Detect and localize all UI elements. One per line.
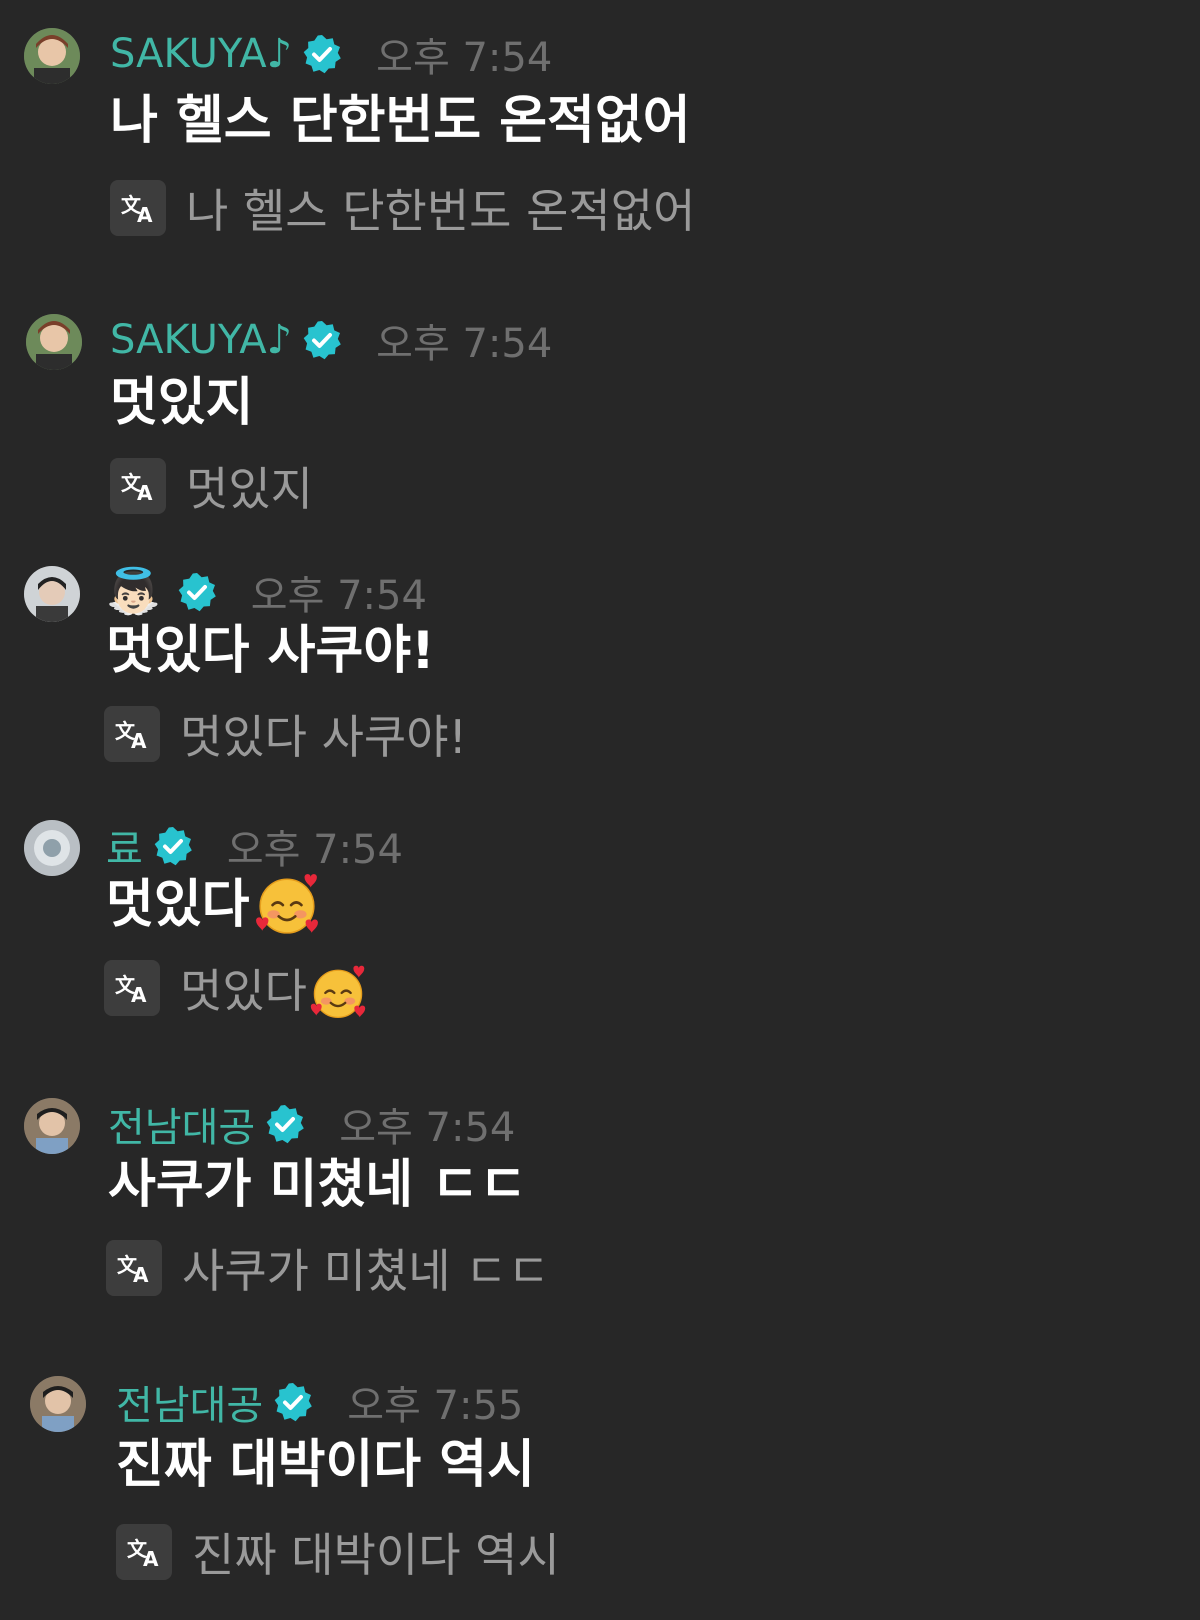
translate-icon[interactable] <box>116 1524 172 1580</box>
message-time: 오후 7:55 <box>347 1383 524 1429</box>
author-name[interactable]: 전남대공 <box>108 1095 255 1153</box>
translate-icon[interactable] <box>104 706 160 762</box>
message-text: 멋있다 <box>106 872 320 938</box>
translated-text: 멋있다 사쿠야! <box>180 710 467 764</box>
message-time: 오후 7:54 <box>226 827 403 873</box>
author-name[interactable]: SAKUYA♪ <box>110 317 292 363</box>
verified-badge-icon <box>153 826 193 866</box>
user-avatar[interactable] <box>24 566 80 622</box>
user-avatar[interactable] <box>30 1376 86 1432</box>
user-avatar[interactable] <box>24 820 80 876</box>
message-text: 사쿠가 미쳤네 ㄷㄷ <box>108 1155 527 1215</box>
translated-text-content: 멋있다 <box>180 964 307 1018</box>
message-time: 오후 7:54 <box>376 35 553 81</box>
verified-badge-icon <box>177 572 217 612</box>
message-time: 오후 7:54 <box>376 321 553 367</box>
smiling-face-with-hearts-icon <box>254 871 320 937</box>
verified-badge-icon <box>302 320 342 360</box>
translated-text: 사쿠가 미쳤네 ㄷㄷ <box>182 1244 550 1298</box>
message-text: 멋있다 사쿠야! <box>106 621 435 681</box>
message-text: 진짜 대박이다 역시 <box>116 1435 535 1495</box>
author-name[interactable]: 료 <box>106 817 143 875</box>
translated-text: 멋있다 <box>180 955 367 1021</box>
user-avatar[interactable] <box>24 28 80 84</box>
translate-icon[interactable] <box>106 1240 162 1296</box>
translation-row: 멋있다 사쿠야! <box>104 704 467 764</box>
translated-text: 멋있지 <box>186 462 313 516</box>
translate-icon[interactable] <box>104 960 160 1016</box>
translate-icon[interactable] <box>110 458 166 514</box>
verified-badge-icon <box>273 1382 313 1422</box>
translation-row: 사쿠가 미쳤네 ㄷㄷ <box>106 1238 550 1298</box>
author-name[interactable]: 👼🏻 <box>106 570 161 614</box>
message-time: 오후 7:54 <box>339 1105 516 1151</box>
translation-row: 멋있다 <box>104 958 367 1018</box>
translation-row: 진짜 대박이다 역시 <box>116 1522 560 1582</box>
translation-row: 나 헬스 단한번도 온적없어 <box>110 178 695 238</box>
user-avatar[interactable] <box>26 314 82 370</box>
translated-text: 진짜 대박이다 역시 <box>192 1528 560 1582</box>
message-text: 나 헬스 단한번도 온적없어 <box>110 91 691 151</box>
message-text-content: 멋있다 <box>106 875 250 935</box>
author-name[interactable]: 전남대공 <box>116 1373 263 1431</box>
message-text: 멋있지 <box>110 373 254 433</box>
message-time: 오후 7:54 <box>250 573 427 619</box>
smiling-face-with-hearts-icon <box>309 963 367 1021</box>
verified-badge-icon <box>302 34 342 74</box>
user-avatar[interactable] <box>24 1098 80 1154</box>
verified-badge-icon <box>265 1104 305 1144</box>
author-name[interactable]: SAKUYA♪ <box>110 31 292 77</box>
translated-text: 나 헬스 단한번도 온적없어 <box>186 184 696 238</box>
translation-row: 멋있지 <box>110 456 313 516</box>
translate-icon[interactable] <box>110 180 166 236</box>
